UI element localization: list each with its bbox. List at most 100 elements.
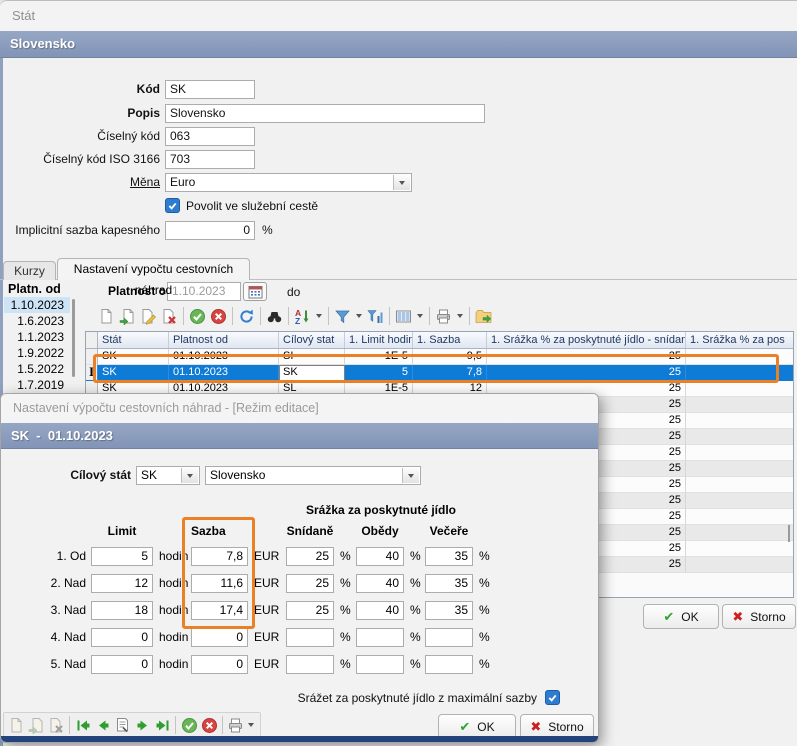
ok-button[interactable]: ✔ OK [643, 604, 719, 629]
cell-pos[interactable] [686, 413, 793, 429]
cell-snidane[interactable]: 25 [487, 349, 686, 365]
date-list-item[interactable]: 1.5.2022 [4, 361, 70, 377]
cell-pos[interactable] [686, 525, 793, 541]
header-cell-snidane[interactable]: 1. Srážka % za poskytnuté jídlo - snídan… [487, 332, 686, 348]
cell-pos[interactable] [686, 541, 793, 557]
cell-pos[interactable] [686, 397, 793, 413]
popis-input[interactable]: Slovensko [165, 104, 485, 123]
delete-record-button-disabled[interactable] [47, 715, 67, 735]
kod-input[interactable]: SK [165, 80, 255, 99]
next-record-button[interactable] [133, 715, 153, 735]
table-row[interactable]: SK01.10.2023SI1E-59,525 [86, 349, 793, 365]
cell-platnost[interactable]: 01.10.2023 [169, 349, 279, 365]
browse-records-button[interactable] [113, 715, 133, 735]
vecere-percent-input[interactable] [425, 655, 473, 674]
header-cell-stat[interactable]: Stát [98, 332, 169, 348]
print-dropdown-arrow[interactable] [246, 715, 257, 735]
date-list-item[interactable]: 1.10.2023 [4, 297, 70, 313]
cell-stat[interactable]: SK [98, 365, 169, 381]
sazba-input[interactable]: 17,4 [191, 601, 248, 620]
snidane-percent-input[interactable]: 25 [286, 601, 334, 620]
header-cell-pos[interactable]: 1. Srážka % za pos [686, 332, 793, 348]
vecere-percent-input[interactable]: 35 [425, 574, 473, 593]
new-record-button[interactable] [96, 306, 117, 326]
cell-pos[interactable] [686, 557, 793, 573]
date-list-item[interactable]: 1.9.2022 [4, 345, 70, 361]
cell-pos[interactable] [686, 349, 793, 365]
snidane-percent-input[interactable]: 25 [286, 547, 334, 566]
cell-cilovy[interactable]: SK [279, 365, 345, 381]
obedy-percent-input[interactable] [356, 628, 404, 647]
cell-sazba[interactable]: 7,8 [413, 365, 487, 381]
vecere-percent-input[interactable] [425, 628, 473, 647]
cell-pos[interactable] [686, 429, 793, 445]
edit-record-button[interactable] [138, 306, 159, 326]
cell-pos[interactable] [686, 477, 793, 493]
header-cell-cilovy[interactable]: Cílový stat [279, 332, 345, 348]
find-button[interactable] [264, 306, 285, 326]
cancel-button[interactable] [208, 306, 229, 326]
export-button[interactable] [473, 306, 494, 326]
filter-button[interactable] [332, 306, 353, 326]
columns-button[interactable] [393, 306, 414, 326]
iso-kod-input[interactable]: 703 [165, 150, 255, 169]
cell-snidane[interactable]: 25 [487, 365, 686, 381]
limit-hours-input[interactable]: 18 [91, 601, 153, 620]
cilovy-code-combo[interactable]: SK [136, 466, 200, 485]
refresh-button[interactable] [236, 306, 257, 326]
date-list-item[interactable]: 1.6.2023 [4, 313, 70, 329]
snidane-percent-input[interactable] [286, 628, 334, 647]
new-record-button-disabled[interactable] [7, 715, 27, 735]
cilovy-name-combo[interactable]: Slovensko [205, 466, 421, 485]
sort-dropdown-arrow[interactable] [313, 306, 325, 326]
obedy-percent-input[interactable] [356, 655, 404, 674]
snidane-percent-input[interactable]: 25 [286, 574, 334, 593]
header-cell-sazba[interactable]: 1. Sazba [413, 332, 487, 348]
limit-hours-input[interactable]: 0 [91, 628, 153, 647]
footer-checkbox[interactable] [545, 690, 560, 705]
cell-platnost[interactable]: 01.10.2023 [169, 365, 279, 381]
copy-record-button-disabled[interactable] [27, 715, 47, 735]
sazba-input[interactable]: 7,8 [191, 547, 248, 566]
cell-pos[interactable] [686, 509, 793, 525]
storno-button[interactable]: ✖ Storno [722, 604, 796, 629]
delete-record-button[interactable] [159, 306, 180, 326]
dates-scrollbar[interactable] [72, 299, 75, 377]
povolit-checkbox[interactable] [165, 198, 180, 213]
print-dropdown-arrow[interactable] [454, 306, 466, 326]
mena-combo[interactable]: Euro [165, 173, 412, 192]
cell-limit[interactable]: 5 [345, 365, 413, 381]
filter-dropdown-arrow[interactable] [353, 306, 365, 326]
cell-stat[interactable]: SK [98, 349, 169, 365]
cell-pos[interactable] [686, 381, 793, 397]
sort-az-button[interactable]: AZ [292, 306, 313, 326]
sazba-input[interactable]: 0 [191, 628, 248, 647]
date-list-item[interactable]: 1.7.2019 [4, 377, 70, 393]
cell-pos[interactable] [686, 493, 793, 509]
tab-nastaveni-nahrad[interactable]: Nastavení vypočtu cestovních náhrad [57, 258, 250, 280]
limit-hours-input[interactable]: 0 [91, 655, 153, 674]
prev-record-button[interactable] [93, 715, 113, 735]
cilovy-code-dropdown-button[interactable] [181, 468, 198, 483]
vecere-percent-input[interactable]: 35 [425, 601, 473, 620]
copy-record-button[interactable] [117, 306, 138, 326]
calendar-button[interactable] [243, 282, 267, 301]
cell-pos[interactable] [686, 445, 793, 461]
print-button[interactable] [433, 306, 454, 326]
cell-cilovy[interactable]: SI [279, 349, 345, 365]
obedy-percent-input[interactable]: 40 [356, 574, 404, 593]
cilovy-name-dropdown-button[interactable] [402, 468, 419, 483]
filter-from-input[interactable]: 1.10.2023 [167, 282, 241, 301]
dialog-print-button[interactable] [226, 715, 246, 735]
filter-graph-button[interactable] [365, 306, 386, 326]
cell-limit[interactable]: 1E-5 [345, 349, 413, 365]
dialog-cancel-button[interactable] [199, 715, 219, 735]
kapesne-input[interactable]: 0 [165, 221, 255, 240]
mena-dropdown-button[interactable] [393, 175, 410, 190]
confirm-button[interactable] [187, 306, 208, 326]
grid-scrollbar-thumb[interactable] [788, 525, 790, 542]
vecere-percent-input[interactable]: 35 [425, 547, 473, 566]
cell-pos[interactable] [686, 365, 793, 381]
limit-hours-input[interactable]: 5 [91, 547, 153, 566]
sazba-input[interactable]: 0 [191, 655, 248, 674]
